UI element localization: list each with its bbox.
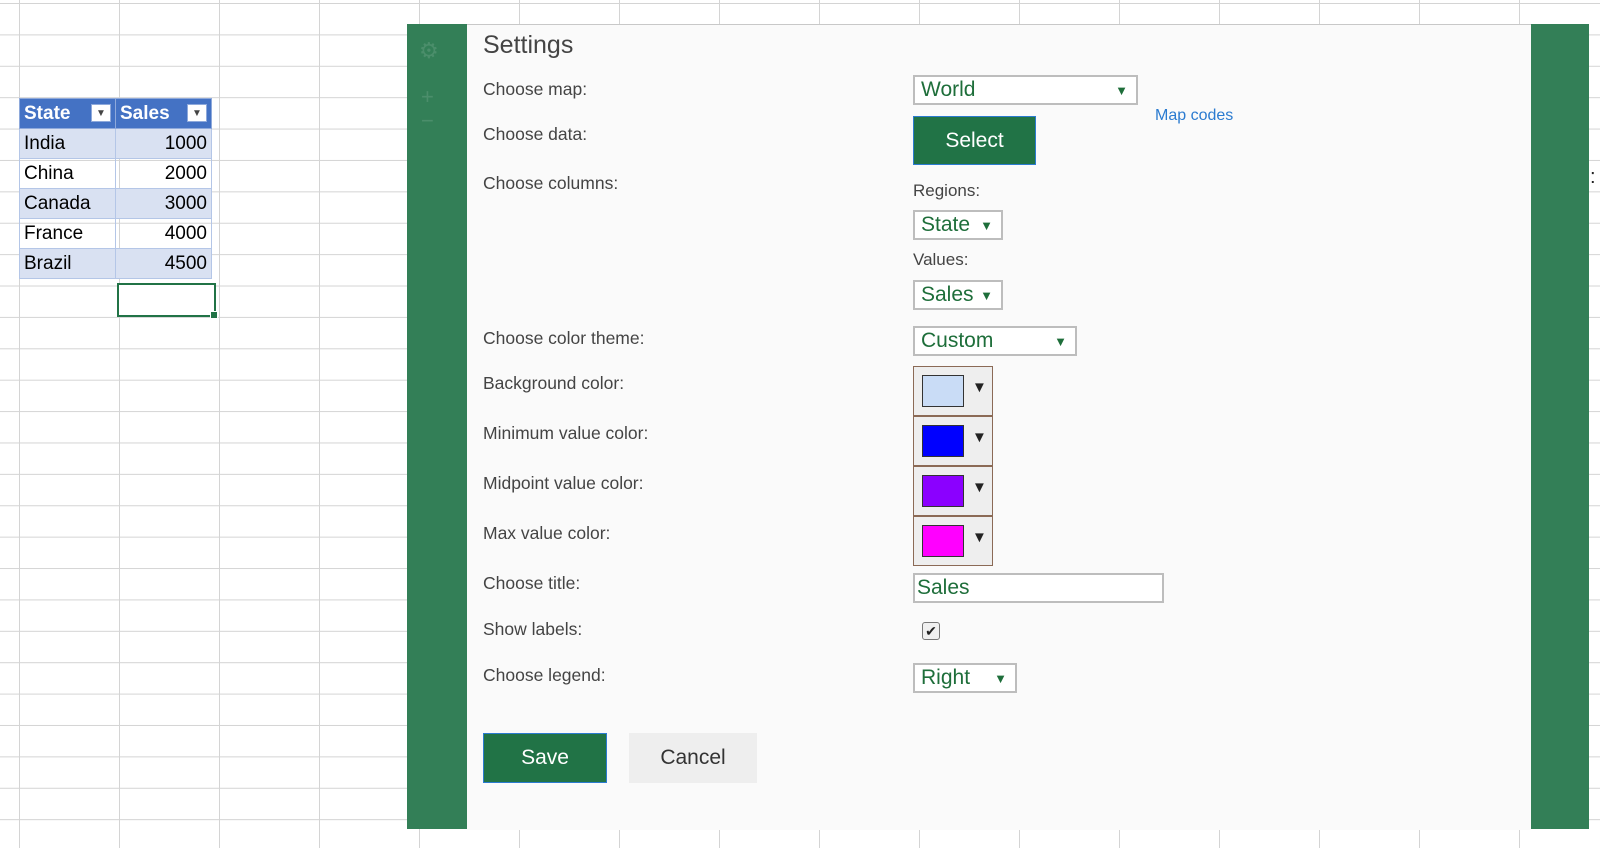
chevron-down-icon: ▼ — [1054, 334, 1067, 349]
max-color-label: Max value color: — [483, 523, 611, 543]
cell-sales[interactable]: 2000 — [115, 158, 212, 189]
addin-frame-left: ⚙ + − — [407, 24, 467, 829]
chevron-down-icon: ▼ — [980, 288, 993, 303]
chevron-down-icon: ▼ — [972, 529, 987, 546]
background-color-label: Background color: — [483, 373, 625, 393]
table-row: France 4000 — [19, 218, 212, 249]
chevron-down-icon: ▼ — [972, 379, 987, 396]
cell-state[interactable]: Canada — [19, 188, 116, 219]
cell-sales[interactable]: 4000 — [115, 218, 212, 249]
map-codes-link[interactable]: Map codes — [1155, 107, 1233, 125]
panel-title: Settings — [483, 31, 574, 59]
background-color-swatch — [922, 375, 964, 407]
header-sales[interactable]: Sales ▼ — [115, 98, 212, 129]
values-select-value: Sales — [921, 283, 974, 306]
background-color-picker[interactable]: ▼ — [913, 366, 993, 416]
clipped-text: : — [1590, 166, 1596, 188]
data-table: State ▼ Sales ▼ India 1000 China 2000 Cana… — [19, 98, 212, 279]
select-data-button[interactable]: Select — [913, 116, 1036, 165]
fill-handle[interactable] — [210, 311, 218, 319]
table-row: Canada 3000 — [19, 188, 212, 219]
mid-color-picker[interactable]: ▼ — [913, 466, 993, 516]
chevron-down-icon: ▼ — [1115, 83, 1128, 98]
map-select[interactable]: World ▼ — [913, 75, 1138, 105]
chevron-down-icon: ▼ — [972, 479, 987, 496]
table-row: China 2000 — [19, 158, 212, 189]
regions-select[interactable]: State ▼ — [913, 210, 1003, 240]
table-row: India 1000 — [19, 128, 212, 159]
values-select[interactable]: Sales ▼ — [913, 280, 1003, 310]
color-theme-select[interactable]: Custom ▼ — [913, 326, 1077, 356]
color-theme-select-value: Custom — [921, 329, 994, 352]
cell-sales[interactable]: 3000 — [115, 188, 212, 219]
gear-icon: ⚙ — [419, 38, 439, 63]
cell-state[interactable]: India — [19, 128, 116, 159]
table-row: Brazil 4500 — [19, 248, 212, 279]
regions-select-value: State — [921, 213, 971, 236]
checkmark-icon: ✔ — [925, 622, 937, 639]
title-input[interactable] — [913, 573, 1164, 603]
mid-color-swatch — [922, 475, 964, 507]
regions-label: Regions: — [913, 181, 981, 200]
header-state[interactable]: State ▼ — [19, 98, 116, 129]
cancel-button[interactable]: Cancel — [629, 733, 757, 783]
color-theme-label: Choose color theme: — [483, 328, 645, 348]
chevron-down-icon: ▼ — [972, 429, 987, 446]
chevron-down-icon: ▼ — [994, 671, 1007, 686]
cell-sales[interactable]: 4500 — [115, 248, 212, 279]
min-color-swatch — [922, 425, 964, 457]
zoom-out-icon: − — [421, 108, 434, 133]
legend-select[interactable]: Right ▼ — [913, 663, 1017, 693]
settings-panel: Settings Choose map: World ▼ Map codes C… — [467, 24, 1531, 830]
min-color-label: Minimum value color: — [483, 423, 649, 443]
choose-legend-label: Choose legend: — [483, 665, 606, 685]
active-cell[interactable] — [117, 283, 218, 319]
show-labels-checkbox[interactable]: ✔ — [922, 622, 940, 640]
map-select-value: World — [921, 78, 976, 101]
choose-data-label: Choose data: — [483, 124, 588, 144]
max-color-swatch — [922, 525, 964, 557]
zoom-in-icon: + — [421, 84, 434, 109]
show-labels-label: Show labels: — [483, 619, 583, 639]
choose-columns-label: Choose columns: — [483, 173, 619, 193]
legend-select-value: Right — [921, 666, 971, 689]
filter-dropdown-icon[interactable]: ▼ — [91, 104, 111, 122]
mid-color-label: Midpoint value color: — [483, 473, 644, 493]
save-button[interactable]: Save — [483, 733, 607, 783]
max-color-picker[interactable]: ▼ — [913, 516, 993, 566]
addin-frame-right: 1000 2000 3000 4000 5000 — [1531, 24, 1589, 829]
cell-state[interactable]: France — [19, 218, 116, 249]
choose-title-label: Choose title: — [483, 573, 581, 593]
cell-state[interactable]: Brazil — [19, 248, 116, 279]
cell-state[interactable]: China — [19, 158, 116, 189]
table-header-row: State ▼ Sales ▼ — [19, 98, 212, 129]
min-color-picker[interactable]: ▼ — [913, 416, 993, 466]
values-label: Values: — [913, 250, 969, 269]
filter-dropdown-icon[interactable]: ▼ — [187, 104, 207, 122]
chevron-down-icon: ▼ — [980, 218, 993, 233]
cell-sales[interactable]: 1000 — [115, 128, 212, 159]
choose-map-label: Choose map: — [483, 79, 588, 99]
